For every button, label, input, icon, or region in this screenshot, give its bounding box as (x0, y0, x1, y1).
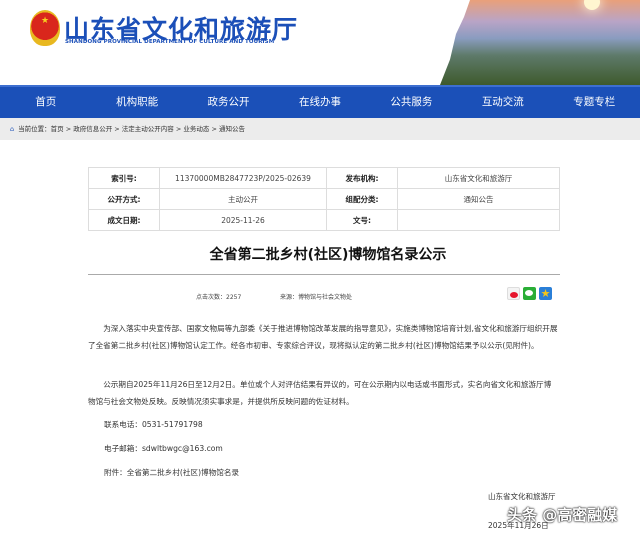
nav-online-services[interactable]: 在线办事 (274, 87, 365, 118)
contact-email[interactable]: 电子邮箱：sdwltbwgc@163.com (104, 441, 574, 458)
home-icon: ⌂ (10, 125, 15, 133)
breadcrumb-path[interactable]: 首页 > 政府信息公开 > 法定主动公开内容 > 业务动态 > 通知公告 (51, 125, 245, 133)
nav-functions[interactable]: 机构职能 (91, 87, 182, 118)
index-label: 索引号: (88, 167, 160, 189)
nav-interaction[interactable]: 互动交流 (457, 87, 548, 118)
nav-public-services[interactable]: 公共服务 (366, 87, 457, 118)
site-subtitle: SHANDONG PROVINCIAL DEPARTMENT OF CULTUR… (65, 39, 275, 45)
click-count: 点击次数：2257 (196, 292, 241, 301)
source-value: 博物馆与社会文物处 (298, 294, 353, 301)
contact-phone: 联系电话：0531-51791798 (104, 420, 203, 429)
category-value: 通知公告 (397, 188, 560, 210)
site-header: ★ 山东省文化和旅游厅 SHANDONG PROVINCIAL DEPARTME… (0, 0, 640, 85)
article-title: 全省第二批乡村(社区)博物馆名录公示 (209, 247, 447, 263)
date-label: 成文日期: (88, 209, 160, 231)
paragraph-1: 为深入落实中央宣传部、国家文物局等九部委《关于推进博物馆改革发展的指导意见》，实… (88, 324, 558, 350)
docno-value (397, 209, 560, 231)
breadcrumb-label: 当前位置： (18, 125, 51, 133)
wechat-share-icon[interactable] (523, 287, 536, 300)
divider (88, 274, 560, 275)
publisher-label: 发布机构: (326, 167, 398, 189)
weibo-share-icon[interactable] (507, 287, 520, 300)
signature: 山东省文化和旅游厅 (488, 492, 556, 501)
nav-gov-affairs[interactable]: 政务公开 (183, 87, 274, 118)
breadcrumb: ⌂ 当前位置：首页 > 政府信息公开 > 法定主动公开内容 > 业务动态 > 通知… (0, 118, 640, 140)
header-scenery-image (440, 0, 640, 85)
source-label: 来源： (280, 294, 299, 301)
publisher-value: 山东省文化和旅游厅 (397, 167, 560, 189)
mode-label: 公开方式: (88, 188, 160, 210)
mode-value: 主动公开 (159, 188, 327, 210)
nav-topics[interactable]: 专题专栏 (549, 87, 640, 118)
index-value: 11370000MB2847723P/2025-02639 (159, 167, 327, 189)
paragraph-2: 公示期自2025年11月26日至12月2日。单位或个人对评估结果有异议的，可在公… (88, 380, 552, 406)
info-table: 索引号: 11370000MB2847723P/2025-02639 发布机构: 山东… (88, 167, 560, 231)
attachment-link[interactable]: 附件：全省第二批乡村(社区)博物馆名录 (104, 465, 574, 482)
watermark: 头条 @高密融媒 (507, 506, 618, 524)
favorite-star-icon[interactable]: ★ (539, 287, 552, 300)
main-nav: 首页 机构职能 政务公开 在线办事 公共服务 互动交流 专题专栏 (0, 85, 640, 118)
docno-label: 文号: (326, 209, 398, 231)
clicks-label: 点击次数： (196, 294, 227, 301)
clicks-value: 2257 (226, 294, 242, 301)
date-value: 2025-11-26 (159, 209, 327, 231)
category-label: 组配分类: (326, 188, 398, 210)
national-emblem-icon: ★ (30, 10, 60, 46)
source: 来源：博物馆与社会文物处 (280, 292, 352, 301)
nav-home[interactable]: 首页 (0, 87, 91, 118)
